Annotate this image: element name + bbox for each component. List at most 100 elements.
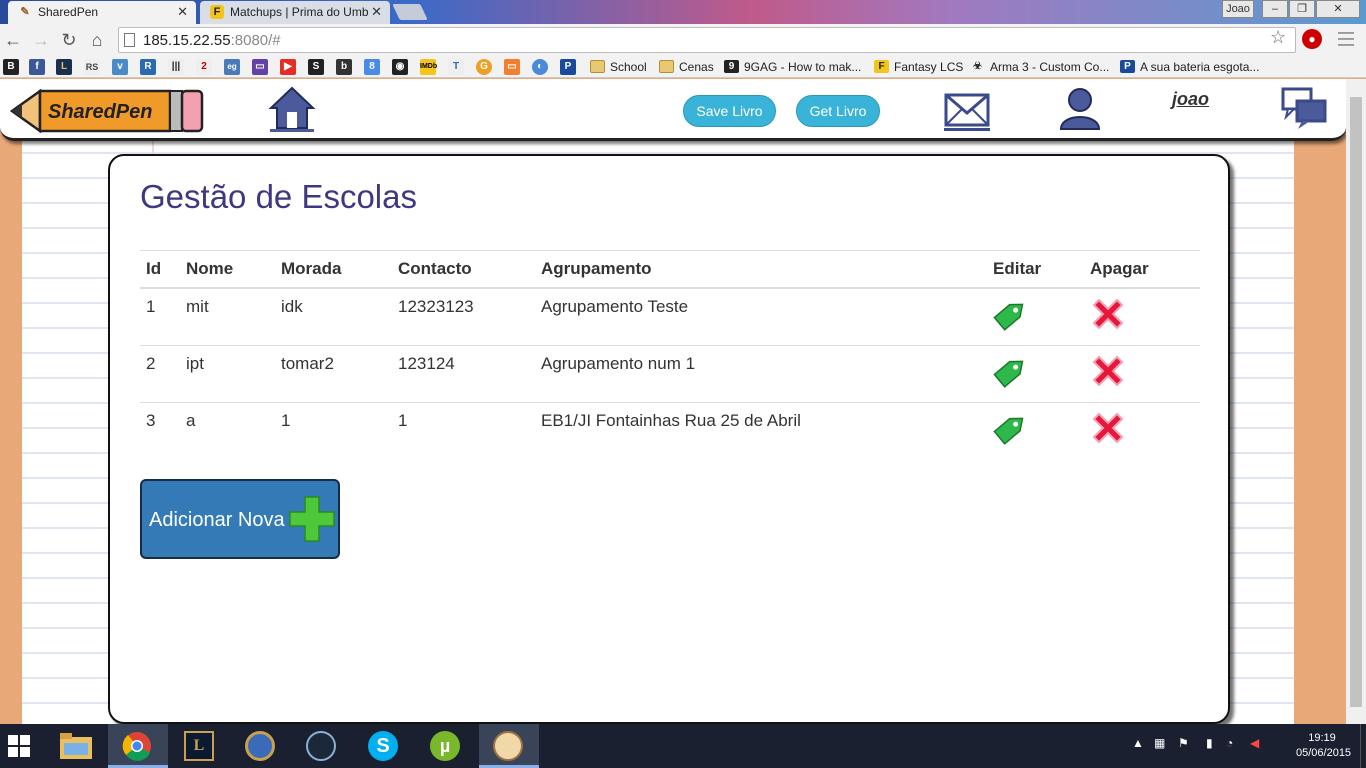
bookmark-star-icon[interactable]: ☆ — [1270, 27, 1286, 48]
home-icon[interactable]: ⌂ — [86, 30, 108, 51]
user-profile-icon[interactable] — [1056, 85, 1104, 133]
cell-nome: mit — [180, 288, 275, 346]
table-header-row: Id Nome Morada Contacto Agrupamento Edit… — [140, 250, 1200, 289]
windows-taskbar: L S µ ▲ ▦ ⚑ ▮ ◔ ◀ 19:19 05/06/2015 — [0, 724, 1366, 768]
taskbar-paint[interactable] — [479, 724, 539, 768]
username-link[interactable]: joao — [1172, 89, 1209, 110]
bookmark-facebook-icon[interactable]: f — [29, 59, 45, 75]
delete-x-icon[interactable] — [1090, 410, 1126, 446]
bookmark-r-icon[interactable]: R — [140, 59, 156, 75]
taskbar-hearthstone[interactable] — [231, 724, 291, 768]
bookmark-lol-icon[interactable]: L — [56, 59, 72, 75]
cell-id: 3 — [146, 411, 156, 430]
bookmark-eg-icon[interactable]: eg — [224, 59, 240, 75]
plus-icon — [289, 496, 335, 542]
edit-tag-icon[interactable] — [993, 296, 1029, 332]
delete-x-icon[interactable] — [1090, 353, 1126, 389]
mail-icon[interactable] — [944, 91, 990, 133]
bookmark-folder-cenas[interactable]: Cenas — [659, 59, 714, 75]
tray-battery-icon[interactable]: ▮ — [1206, 736, 1213, 750]
logo-text: SharedPen — [48, 101, 152, 123]
bookmark-globe-icon[interactable]: ◐ — [532, 59, 548, 75]
bookmark-label: Fantasy LCS — [894, 60, 964, 74]
save-livro-button[interactable]: Save Livro — [683, 95, 776, 127]
bookmark-youtube-icon[interactable]: ▶ — [280, 59, 296, 75]
column-header-apagar: Apagar — [1084, 250, 1200, 289]
table-row: 3 a 1 1 EB1/JI Fontainhas Rua 25 de Abri… — [140, 403, 1200, 460]
tray-wifi-icon[interactable]: ◔ — [1226, 736, 1233, 750]
edit-tag-icon[interactable] — [993, 353, 1029, 389]
cell-contacto: 1 — [398, 411, 408, 430]
9gag-icon: 9 — [724, 60, 739, 73]
bookmark-t-icon[interactable]: T — [448, 59, 464, 75]
delete-x-icon[interactable] — [1090, 296, 1126, 332]
bookmark-imdb-icon[interactable]: IMDb — [420, 59, 437, 75]
page-scrollbar[interactable] — [1346, 79, 1366, 724]
system-clock[interactable]: 19:19 05/06/2015 — [1296, 731, 1351, 761]
folder-icon — [590, 60, 605, 73]
minimize-button[interactable]: – — [1262, 0, 1288, 18]
home-nav-icon[interactable] — [268, 84, 316, 134]
bookmark-folder-school[interactable]: School — [590, 59, 647, 75]
adblock-extension-icon[interactable]: ● — [1302, 29, 1322, 49]
maximize-button[interactable]: ❐ — [1289, 0, 1315, 18]
bookmark-bateria[interactable]: P A sua bateria esgota... — [1120, 59, 1259, 75]
get-livro-button[interactable]: Get Livro — [796, 95, 880, 127]
show-desktop-button[interactable] — [1360, 724, 1366, 768]
bookmark-blogger-icon[interactable]: B — [3, 59, 19, 75]
biohazard-icon: ☣ — [973, 61, 982, 72]
windows-start-icon[interactable] — [8, 735, 30, 757]
add-new-school-button[interactable]: Adicionar Nova — [140, 479, 340, 559]
taskbar-lol[interactable]: L — [170, 724, 230, 768]
tray-flag-icon[interactable]: ⚑ — [1178, 736, 1189, 750]
bookmark-p-icon[interactable]: P — [560, 59, 576, 75]
folder-icon — [659, 60, 674, 73]
tray-network-icon[interactable]: ▦ — [1154, 736, 1165, 750]
tray-volume-muted-icon[interactable]: ◀ — [1250, 736, 1259, 750]
sharedpen-logo[interactable]: SharedPen — [10, 87, 206, 135]
bookmark-9gag[interactable]: 9 9GAG - How to mak... — [724, 59, 861, 75]
reload-icon[interactable]: ↻ — [58, 30, 80, 51]
taskbar-utorrent[interactable]: µ — [416, 724, 476, 768]
taskbar-steam[interactable] — [292, 724, 352, 768]
new-tab-button[interactable] — [392, 4, 428, 20]
pen-favicon-icon: ✎ — [20, 6, 30, 18]
bookmark-rs-icon[interactable]: RS — [84, 59, 100, 75]
taskbar-file-explorer[interactable] — [46, 724, 106, 768]
tab-sharedpen[interactable]: ✎ SharedPen ✕ — [8, 1, 196, 24]
bookmark-arma3[interactable]: ☣ Arma 3 - Custom Co... — [970, 59, 1109, 75]
bookmark-8-icon[interactable]: 8 — [364, 59, 380, 75]
chrome-menu-icon[interactable]: — — — — [1338, 25, 1354, 53]
edit-tag-icon[interactable] — [993, 410, 1029, 446]
bookmark-o-icon[interactable]: ◉ — [392, 59, 408, 75]
bookmark-v-icon[interactable]: v — [112, 59, 128, 75]
close-tab-icon[interactable]: ✕ — [371, 4, 382, 20]
bookmark-label: A sua bateria esgota... — [1140, 60, 1260, 74]
chat-icon[interactable] — [1280, 85, 1328, 133]
tray-overflow-icon[interactable]: ▲ — [1132, 736, 1144, 750]
tab-matchups[interactable]: F Matchups | Prima do Umb ✕ — [200, 1, 390, 24]
page-viewport: SharedPen Save Livro Get Livro joao Gest… — [0, 79, 1346, 724]
bookmark-fantasy-lcs[interactable]: F Fantasy LCS — [874, 59, 963, 75]
bookmark-twitch-icon[interactable]: ▭ — [252, 59, 268, 75]
bookmark-g-icon[interactable]: G — [476, 59, 492, 75]
bookmark-2-icon[interactable]: 2 — [196, 59, 212, 75]
cell-morada: idk — [275, 288, 392, 346]
scrollbar-thumb[interactable] — [1350, 97, 1362, 707]
bookmark-s-icon[interactable]: S — [308, 59, 324, 75]
taskbar-chrome[interactable] — [108, 724, 168, 768]
close-tab-icon[interactable]: ✕ — [177, 4, 188, 20]
forward-icon[interactable]: → — [30, 30, 52, 51]
cell-morada: 1 — [281, 411, 291, 430]
bookmark-bars-icon[interactable]: ||| — [168, 59, 184, 75]
bookmark-orange-icon[interactable]: ▭ — [504, 59, 520, 75]
bookmark-b-icon[interactable]: b — [336, 59, 352, 75]
bookmark-label: Cenas — [679, 60, 714, 74]
address-bar[interactable]: 185.15.22.55:8080/# — [118, 27, 1296, 53]
back-icon[interactable]: ← — [2, 30, 24, 51]
column-header-morada: Morada — [275, 250, 392, 289]
taskbar-skype[interactable]: S — [354, 724, 414, 768]
profile-button[interactable]: Joao — [1222, 0, 1254, 18]
p-icon: P — [1120, 60, 1135, 73]
close-window-button[interactable]: ✕ — [1316, 0, 1360, 18]
